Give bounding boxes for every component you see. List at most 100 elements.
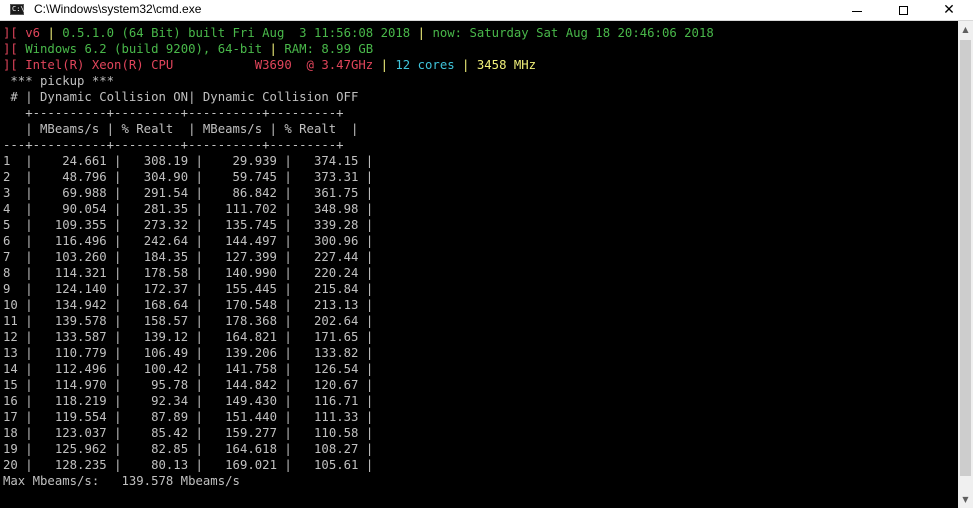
title-bar[interactable]: C:\ C:\Windows\system32\cmd.exe ✕ <box>0 0 973 21</box>
header-line-3: ][ Intel(R) Xeon(R) CPU W3690 @ 3.47GHz … <box>3 58 537 72</box>
table-header-1: # | Dynamic Collision ON| Dynamic Collis… <box>3 90 359 104</box>
table-row: 8 | 114.321 | 178.58 | 140.990 | 220.24 … <box>3 266 374 280</box>
off-mbeams-cell: 164.821 <box>225 330 277 344</box>
on-mbeams-cell: 133.587 <box>54 330 107 344</box>
on-realt-cell: 106.49 <box>143 346 189 360</box>
on-mbeams-cell: 114.321 <box>54 266 107 280</box>
off-mbeams-cell: 139.206 <box>225 346 277 360</box>
row-number: 18 <box>3 426 18 440</box>
table-row: 13 | 110.779 | 106.49 | 139.206 | 133.82… <box>3 346 374 360</box>
scroll-down-icon[interactable]: ▼ <box>958 491 973 508</box>
row-number: 12 <box>3 330 18 344</box>
console-output[interactable]: ][ v6 | 0.5.1.0 (64 Bit) built Fri Aug 3… <box>0 21 958 508</box>
off-mbeams-cell: 29.939 <box>232 154 277 168</box>
on-realt-cell: 158.57 <box>143 314 189 328</box>
cores-info: 12 cores <box>395 58 455 72</box>
row-number: 6 <box>3 234 11 248</box>
table-header-2: | MBeams/s | % Realt | MBeams/s | % Real… <box>3 122 359 136</box>
on-realt-cell: 168.64 <box>143 298 189 312</box>
off-realt-cell: 120.67 <box>314 378 359 392</box>
maximize-button[interactable] <box>880 0 926 20</box>
row-number: 1 <box>3 154 11 168</box>
on-mbeams-cell: 139.578 <box>54 314 107 328</box>
table-row: 2 | 48.796 | 304.90 | 59.745 | 373.31 | <box>3 170 374 184</box>
row-number: 3 <box>3 186 11 200</box>
scroll-up-icon[interactable]: ▲ <box>958 21 973 38</box>
on-realt-cell: 308.19 <box>143 154 189 168</box>
off-realt-cell: 126.54 <box>314 362 359 376</box>
maximize-icon <box>898 5 908 15</box>
close-icon: ✕ <box>943 2 955 18</box>
on-mbeams-cell: 123.037 <box>54 426 107 440</box>
row-number: 9 <box>3 282 11 296</box>
window-title: C:\Windows\system32\cmd.exe <box>34 2 202 16</box>
off-realt-cell: 202.64 <box>314 314 359 328</box>
close-button[interactable]: ✕ <box>926 0 972 20</box>
off-realt-cell: 105.61 <box>314 458 359 472</box>
off-mbeams-cell: 127.399 <box>225 250 277 264</box>
on-mbeams-cell: 48.796 <box>62 170 107 184</box>
table-row: 3 | 69.988 | 291.54 | 86.842 | 361.75 | <box>3 186 374 200</box>
on-realt-cell: 80.13 <box>151 458 189 472</box>
row-number: 13 <box>3 346 18 360</box>
on-realt-cell: 178.58 <box>143 266 189 280</box>
on-mbeams-cell: 112.496 <box>54 362 107 376</box>
row-number: 20 <box>3 458 18 472</box>
vertical-scrollbar[interactable]: ▲ ▼ <box>958 21 973 508</box>
scroll-thumb[interactable] <box>960 40 971 476</box>
off-realt-cell: 108.27 <box>314 442 359 456</box>
off-mbeams-cell: 151.440 <box>225 410 277 424</box>
on-mbeams-cell: 119.554 <box>54 410 107 424</box>
table-row: 11 | 139.578 | 158.57 | 178.368 | 202.64… <box>3 314 374 328</box>
now-timestamp: now: Saturday Sat Aug 18 20:46:06 2018 <box>432 26 714 40</box>
table-row: 5 | 109.355 | 273.32 | 135.745 | 339.28 … <box>3 218 374 232</box>
row-number: 5 <box>3 218 11 232</box>
off-mbeams-cell: 141.758 <box>225 362 277 376</box>
table-title: *** pickup *** <box>3 74 115 88</box>
on-mbeams-cell: 118.219 <box>54 394 107 408</box>
off-realt-cell: 116.71 <box>314 394 359 408</box>
off-realt-cell: 133.82 <box>314 346 359 360</box>
table-row: 16 | 118.219 | 92.34 | 149.430 | 116.71 … <box>3 394 374 408</box>
on-mbeams-cell: 124.140 <box>54 282 107 296</box>
table-row: 17 | 119.554 | 87.89 | 151.440 | 111.33 … <box>3 410 374 424</box>
table-body: 1 | 24.661 | 308.19 | 29.939 | 374.15 | … <box>3 154 373 472</box>
table-row: 1 | 24.661 | 308.19 | 29.939 | 374.15 | <box>3 154 374 168</box>
off-mbeams-cell: 169.021 <box>225 458 277 472</box>
on-mbeams-cell: 90.054 <box>62 202 107 216</box>
row-number: 14 <box>3 362 18 376</box>
cpu-info: Intel(R) Xeon(R) CPU W3690 @ 3.47GHz <box>25 58 374 72</box>
table-row: 10 | 134.942 | 168.64 | 170.548 | 213.13… <box>3 298 374 312</box>
on-mbeams-cell: 110.779 <box>54 346 107 360</box>
row-number: 10 <box>3 298 18 312</box>
on-realt-cell: 100.42 <box>143 362 189 376</box>
off-mbeams-cell: 86.842 <box>232 186 277 200</box>
table-row: 4 | 90.054 | 281.35 | 111.702 | 348.98 | <box>3 202 374 216</box>
off-mbeams-cell: 144.842 <box>225 378 277 392</box>
off-realt-cell: 348.98 <box>314 202 359 216</box>
cmd-icon: C:\ <box>10 4 25 15</box>
off-realt-cell: 227.44 <box>314 250 359 264</box>
on-mbeams-cell: 116.496 <box>54 234 107 248</box>
off-mbeams-cell: 149.430 <box>225 394 277 408</box>
on-mbeams-cell: 114.970 <box>54 378 107 392</box>
off-mbeams-cell: 135.745 <box>225 218 277 232</box>
minimize-icon <box>852 10 862 12</box>
table-row: 14 | 112.496 | 100.42 | 141.758 | 126.54… <box>3 362 374 376</box>
off-mbeams-cell: 144.497 <box>225 234 277 248</box>
table-row: 7 | 103.260 | 184.35 | 127.399 | 227.44 … <box>3 250 374 264</box>
on-mbeams-cell: 103.260 <box>54 250 107 264</box>
off-mbeams-cell: 140.990 <box>225 266 277 280</box>
table-row: 18 | 123.037 | 85.42 | 159.277 | 110.58 … <box>3 426 374 440</box>
row-number: 16 <box>3 394 18 408</box>
mhz-info: 3458 MHz <box>476 58 537 72</box>
off-realt-cell: 220.24 <box>314 266 359 280</box>
table-rule-2: ---+----------+---------+----------+----… <box>3 138 344 152</box>
minimize-button[interactable] <box>834 0 880 20</box>
on-realt-cell: 172.37 <box>143 282 189 296</box>
off-mbeams-cell: 159.277 <box>225 426 277 440</box>
on-mbeams-cell: 109.355 <box>54 218 107 232</box>
row-number: 19 <box>3 442 18 456</box>
table-row: 20 | 128.235 | 80.13 | 169.021 | 105.61 … <box>3 458 374 472</box>
on-realt-cell: 87.89 <box>151 410 189 424</box>
